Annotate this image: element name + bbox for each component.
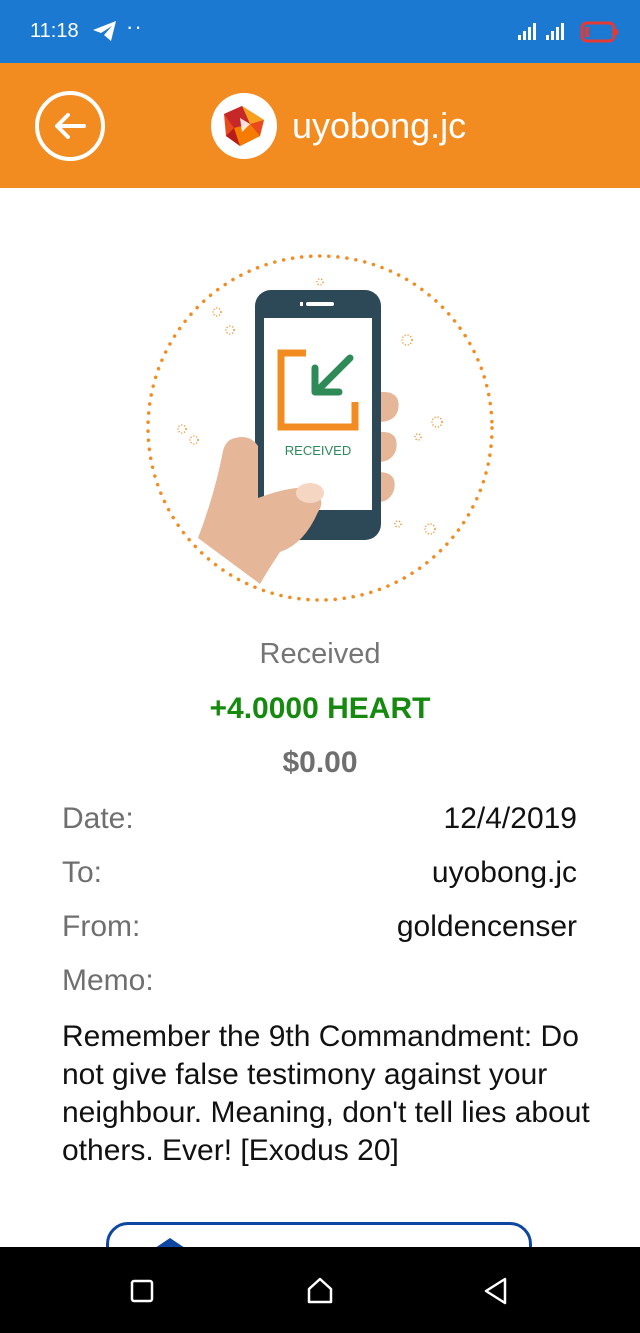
transaction-amount: +4.0000 HEART — [209, 692, 431, 725]
notification-dots: ·· — [126, 14, 143, 39]
from-value: goldencenser — [396, 910, 577, 943]
status-time: 11:18 — [30, 20, 79, 42]
back-nav-button[interactable] — [478, 1273, 514, 1309]
transaction-status: Received — [259, 638, 381, 670]
navigation-bar — [0, 1247, 640, 1333]
triangle-back-icon — [484, 1277, 507, 1305]
telegram-icon — [92, 20, 118, 47]
received-illustration: RECEIVED — [140, 250, 500, 610]
from-label: From: — [62, 910, 141, 943]
status-bar: 11:18 ·· — [0, 0, 640, 63]
battery-icon — [580, 21, 620, 48]
square-icon — [130, 1279, 154, 1303]
recent-apps-button[interactable] — [124, 1273, 160, 1309]
page-title: uyobong.jc — [292, 105, 467, 146]
back-button[interactable] — [35, 91, 105, 161]
signal-icon — [516, 20, 572, 47]
to-value: uyobong.jc — [431, 856, 577, 889]
usd-value: $0.00 — [282, 746, 358, 779]
date-value: 12/4/2019 — [443, 802, 577, 835]
date-label: Date: — [62, 802, 134, 835]
app-logo-icon — [211, 93, 277, 159]
memo-text: Remember the 9th Commandment: Do not giv… — [62, 1020, 590, 1167]
received-screen-text: RECEIVED — [285, 443, 351, 458]
memo-label: Memo: — [62, 964, 154, 997]
home-icon — [307, 1277, 333, 1304]
arrow-left-icon — [55, 113, 86, 139]
to-label: To: — [62, 856, 103, 889]
app-header: uyobong.jc — [0, 63, 640, 188]
home-button[interactable] — [302, 1273, 338, 1309]
